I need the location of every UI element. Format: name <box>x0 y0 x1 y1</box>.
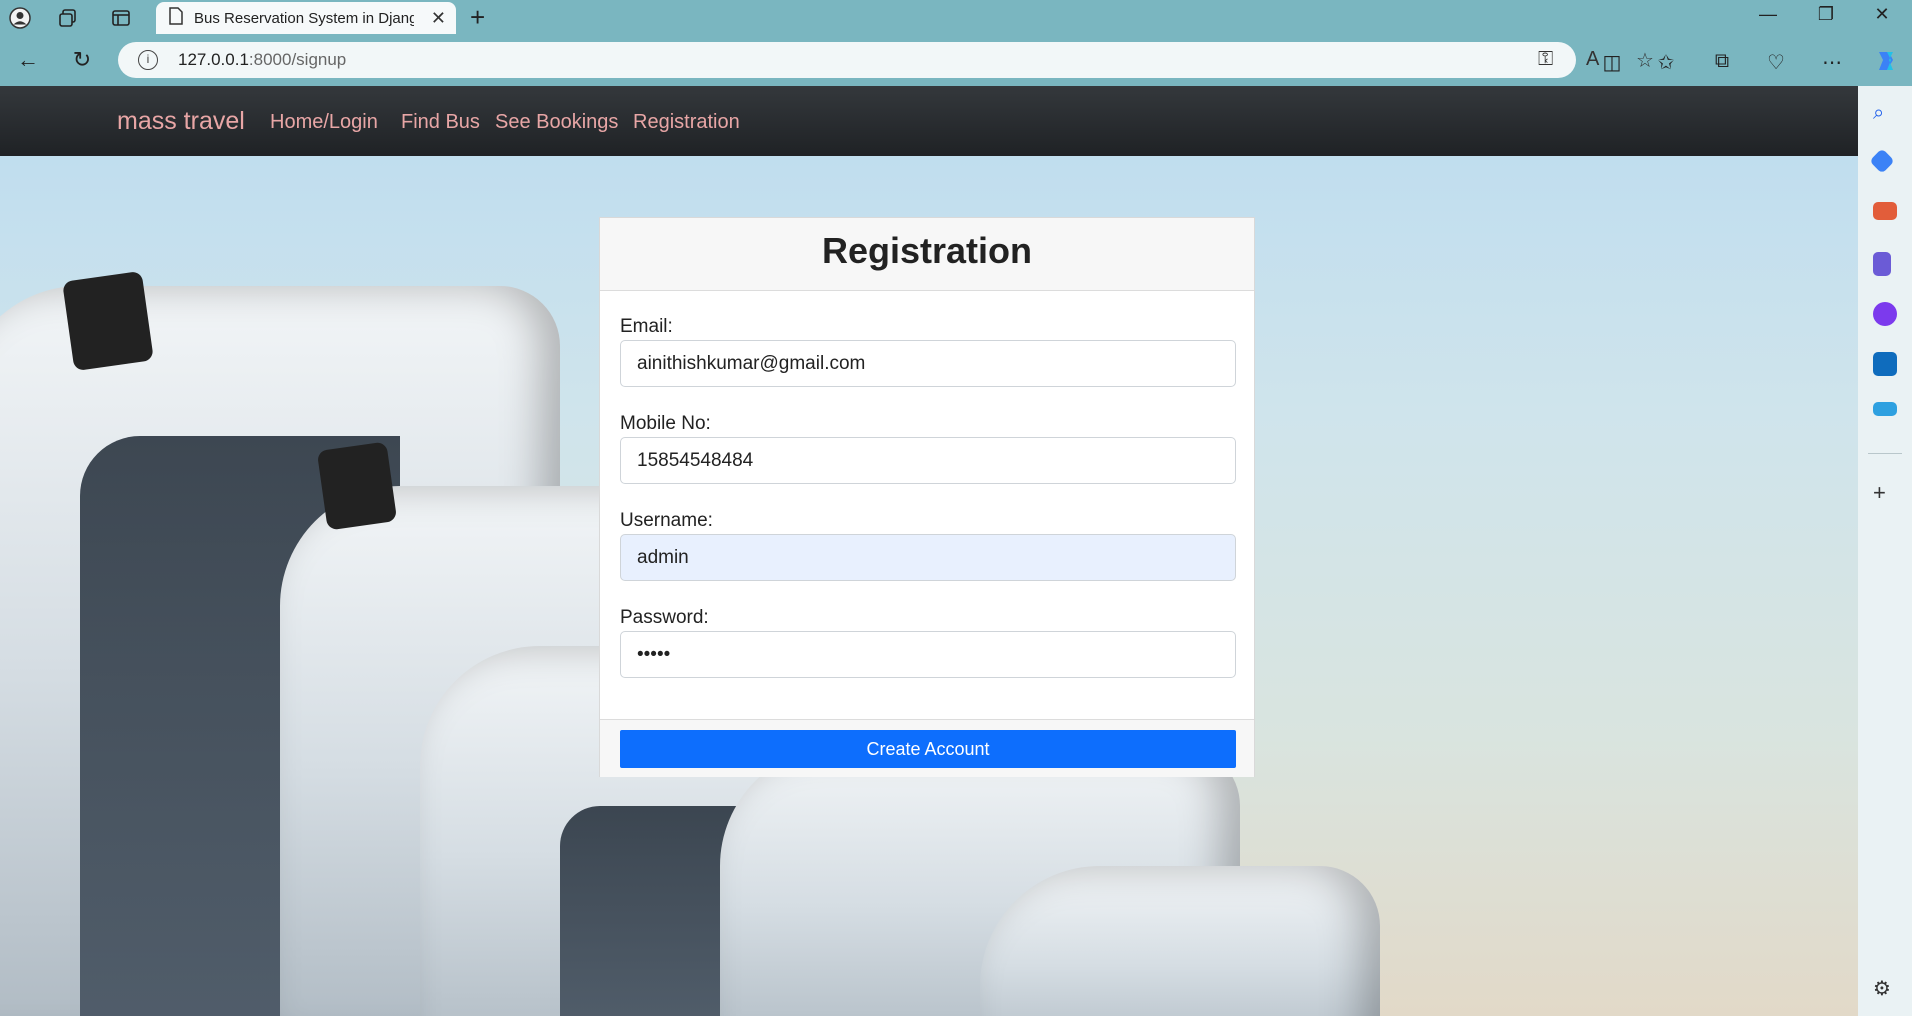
create-account-button[interactable]: Create Account <box>620 730 1236 768</box>
password-key-icon[interactable]: ⚿ <box>1538 48 1553 71</box>
nav-link-registration[interactable]: Registration <box>633 111 740 134</box>
profile-icon[interactable] <box>8 6 32 30</box>
card-title: Registration <box>600 218 1254 291</box>
mobile-field[interactable]: 15854548484 <box>620 437 1236 484</box>
more-options-icon[interactable]: ⋯ <box>1818 50 1846 78</box>
collections-icon[interactable]: ⧉ <box>1708 50 1736 78</box>
back-icon[interactable]: ← <box>14 46 42 74</box>
games-icon[interactable] <box>1873 252 1891 276</box>
browser-sidebar: ⌕ + ⚙ <box>1858 86 1912 1016</box>
vertical-tabs-icon[interactable] <box>109 6 133 30</box>
tab-title: Bus Reservation System in Djang <box>194 9 414 27</box>
email-field[interactable]: ainithishkumar@gmail.com <box>620 340 1236 387</box>
active-tab[interactable]: Bus Reservation System in Djang ✕ <box>156 2 456 34</box>
restore-icon[interactable]: ❐ <box>1806 4 1846 25</box>
close-window-icon[interactable]: ✕ <box>1862 4 1902 25</box>
minimize-icon[interactable]: — <box>1748 4 1788 25</box>
brand-logo[interactable]: mass travel <box>117 107 245 136</box>
nav-link-home-login[interactable]: Home/Login <box>270 111 378 134</box>
outlook-icon[interactable] <box>1873 352 1897 376</box>
email-value: ainithishkumar@gmail.com <box>637 352 866 374</box>
copilot-icon[interactable] <box>1872 48 1900 76</box>
card-footer: Create Account <box>600 719 1254 777</box>
browser-essentials-icon[interactable]: ♡ <box>1762 50 1790 78</box>
search-icon[interactable]: ⌕ <box>1873 102 1897 126</box>
mobile-value: 15854548484 <box>637 449 754 471</box>
mobile-label: Mobile No: <box>620 413 711 434</box>
address-bar[interactable]: i 127.0.0.1:8000/signup ⚿ A ☆ <box>118 42 1654 78</box>
email-label: Email: <box>620 316 673 337</box>
close-tab-icon[interactable]: ✕ <box>431 8 446 29</box>
new-tab-icon[interactable]: + <box>470 2 485 33</box>
username-field[interactable]: admin <box>620 534 1236 581</box>
settings-gear-icon[interactable]: ⚙ <box>1873 976 1897 1000</box>
url-host: 127.0.0.1 <box>178 50 249 69</box>
drop-icon[interactable] <box>1873 402 1897 416</box>
add-icon[interactable]: + <box>1873 480 1897 505</box>
username-label: Username: <box>620 510 713 531</box>
password-field[interactable]: ••••• <box>620 631 1236 678</box>
shopping-tag-icon[interactable] <box>1869 148 1895 174</box>
sidebar-divider <box>1868 453 1902 454</box>
microsoft-365-icon[interactable] <box>1873 302 1897 326</box>
split-screen-icon[interactable]: ◫ <box>1598 50 1626 78</box>
browser-tab-bar: Bus Reservation System in Djang ✕ + — ❐ … <box>0 0 1912 34</box>
refresh-icon[interactable]: ↻ <box>68 46 96 74</box>
site-navbar: mass travel Home/Login Find Bus See Book… <box>0 86 1858 156</box>
page-viewport: mass travel Home/Login Find Bus See Book… <box>0 86 1858 1016</box>
url-path: :8000/signup <box>248 50 347 69</box>
workspaces-icon[interactable] <box>56 6 80 30</box>
registration-card: Registration Email: ainithishkumar@gmail… <box>599 217 1255 777</box>
password-value: ••••• <box>637 643 671 665</box>
username-value: admin <box>637 546 689 568</box>
nav-link-see-bookings[interactable]: See Bookings <box>495 111 618 134</box>
favorites-icon[interactable]: ✩ <box>1652 50 1680 78</box>
tools-briefcase-icon[interactable] <box>1873 202 1897 220</box>
nav-link-find-bus[interactable]: Find Bus <box>401 111 480 134</box>
site-info-icon[interactable]: i <box>138 50 158 70</box>
page-icon <box>168 6 184 30</box>
password-label: Password: <box>620 607 709 628</box>
